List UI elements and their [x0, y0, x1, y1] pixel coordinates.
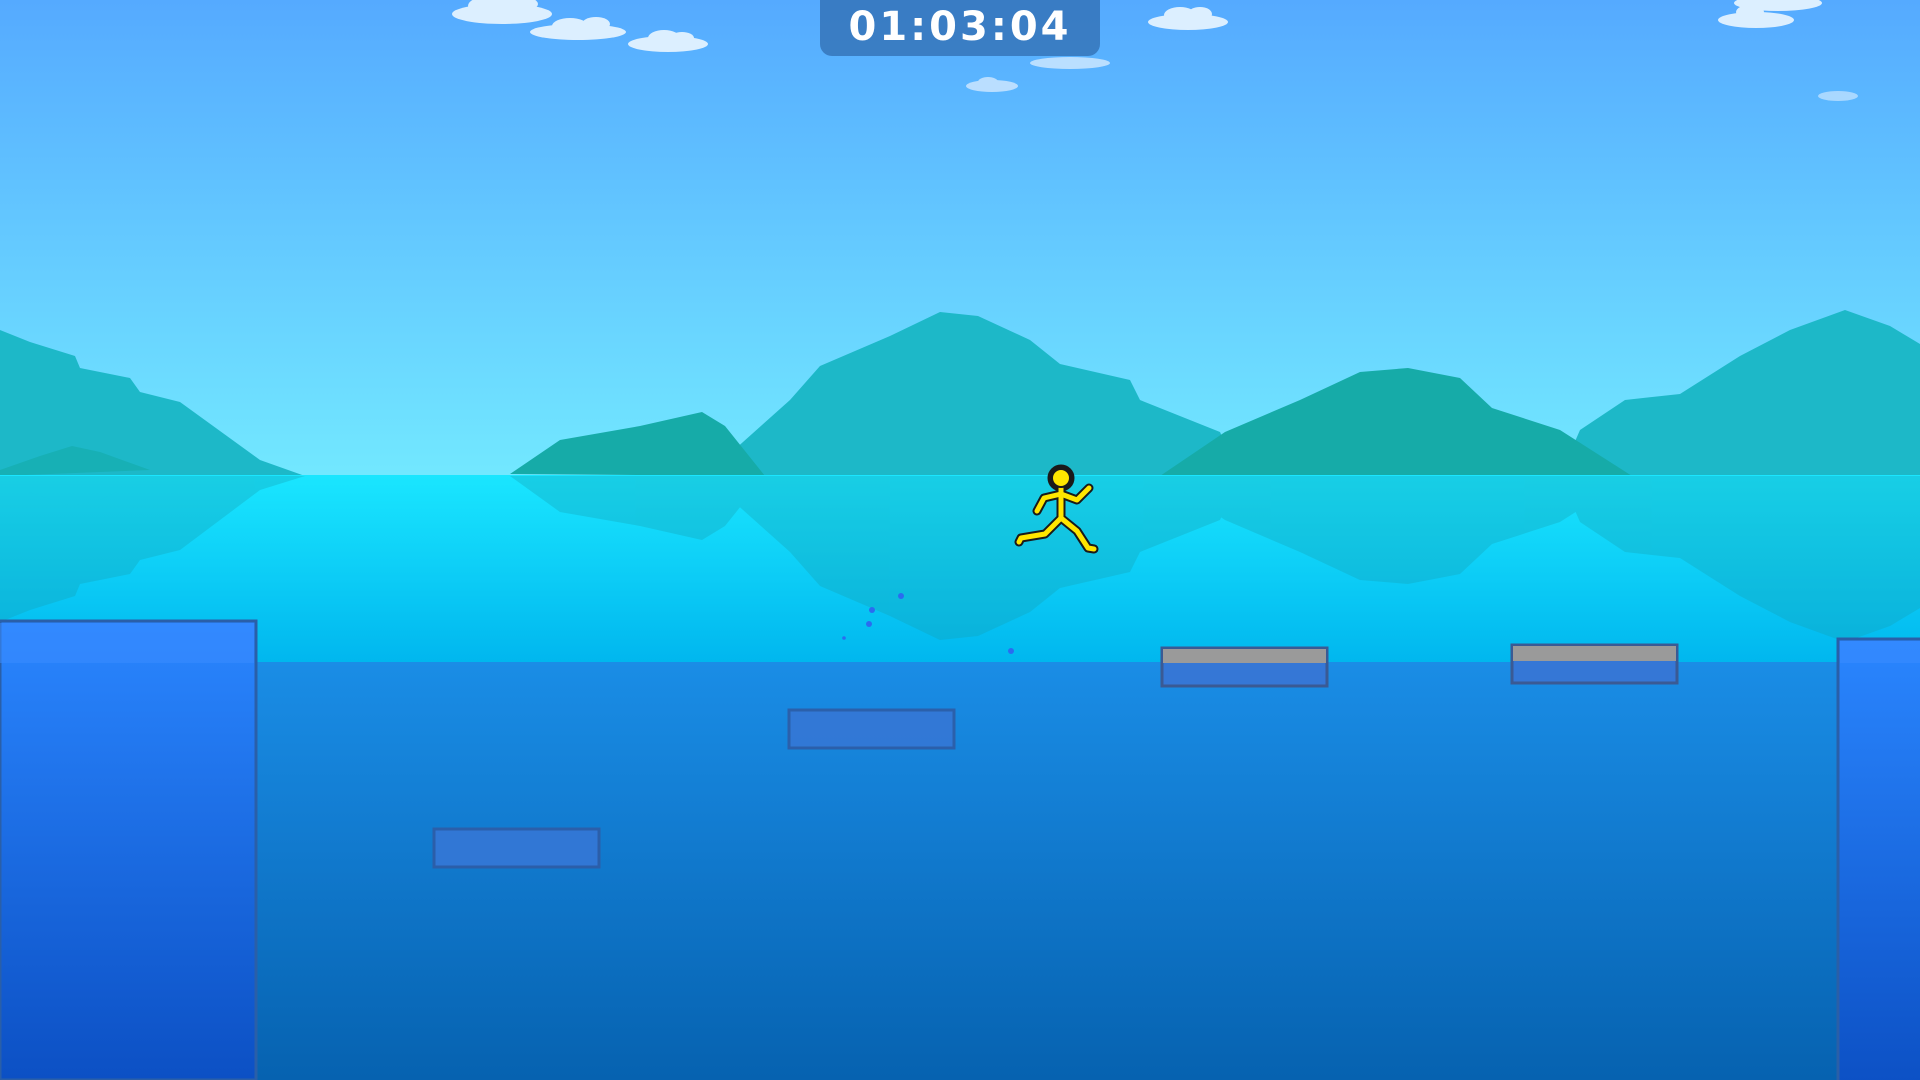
cloud-icon: [1030, 57, 1110, 69]
race-timer: 01:03:04: [820, 0, 1100, 56]
left-wall: [0, 619, 258, 1080]
floating-platform: [1510, 643, 1679, 685]
floating-platform: [1160, 646, 1329, 688]
game-scene: [0, 0, 1920, 1080]
right-wall: [1836, 637, 1920, 1080]
deep-water: [0, 662, 1920, 1080]
cloud-icon: [1818, 91, 1858, 101]
sunken-platform: [432, 827, 601, 869]
game-viewport[interactable]: 01:03:04: [0, 0, 1920, 1080]
sunken-platform: [787, 708, 956, 750]
